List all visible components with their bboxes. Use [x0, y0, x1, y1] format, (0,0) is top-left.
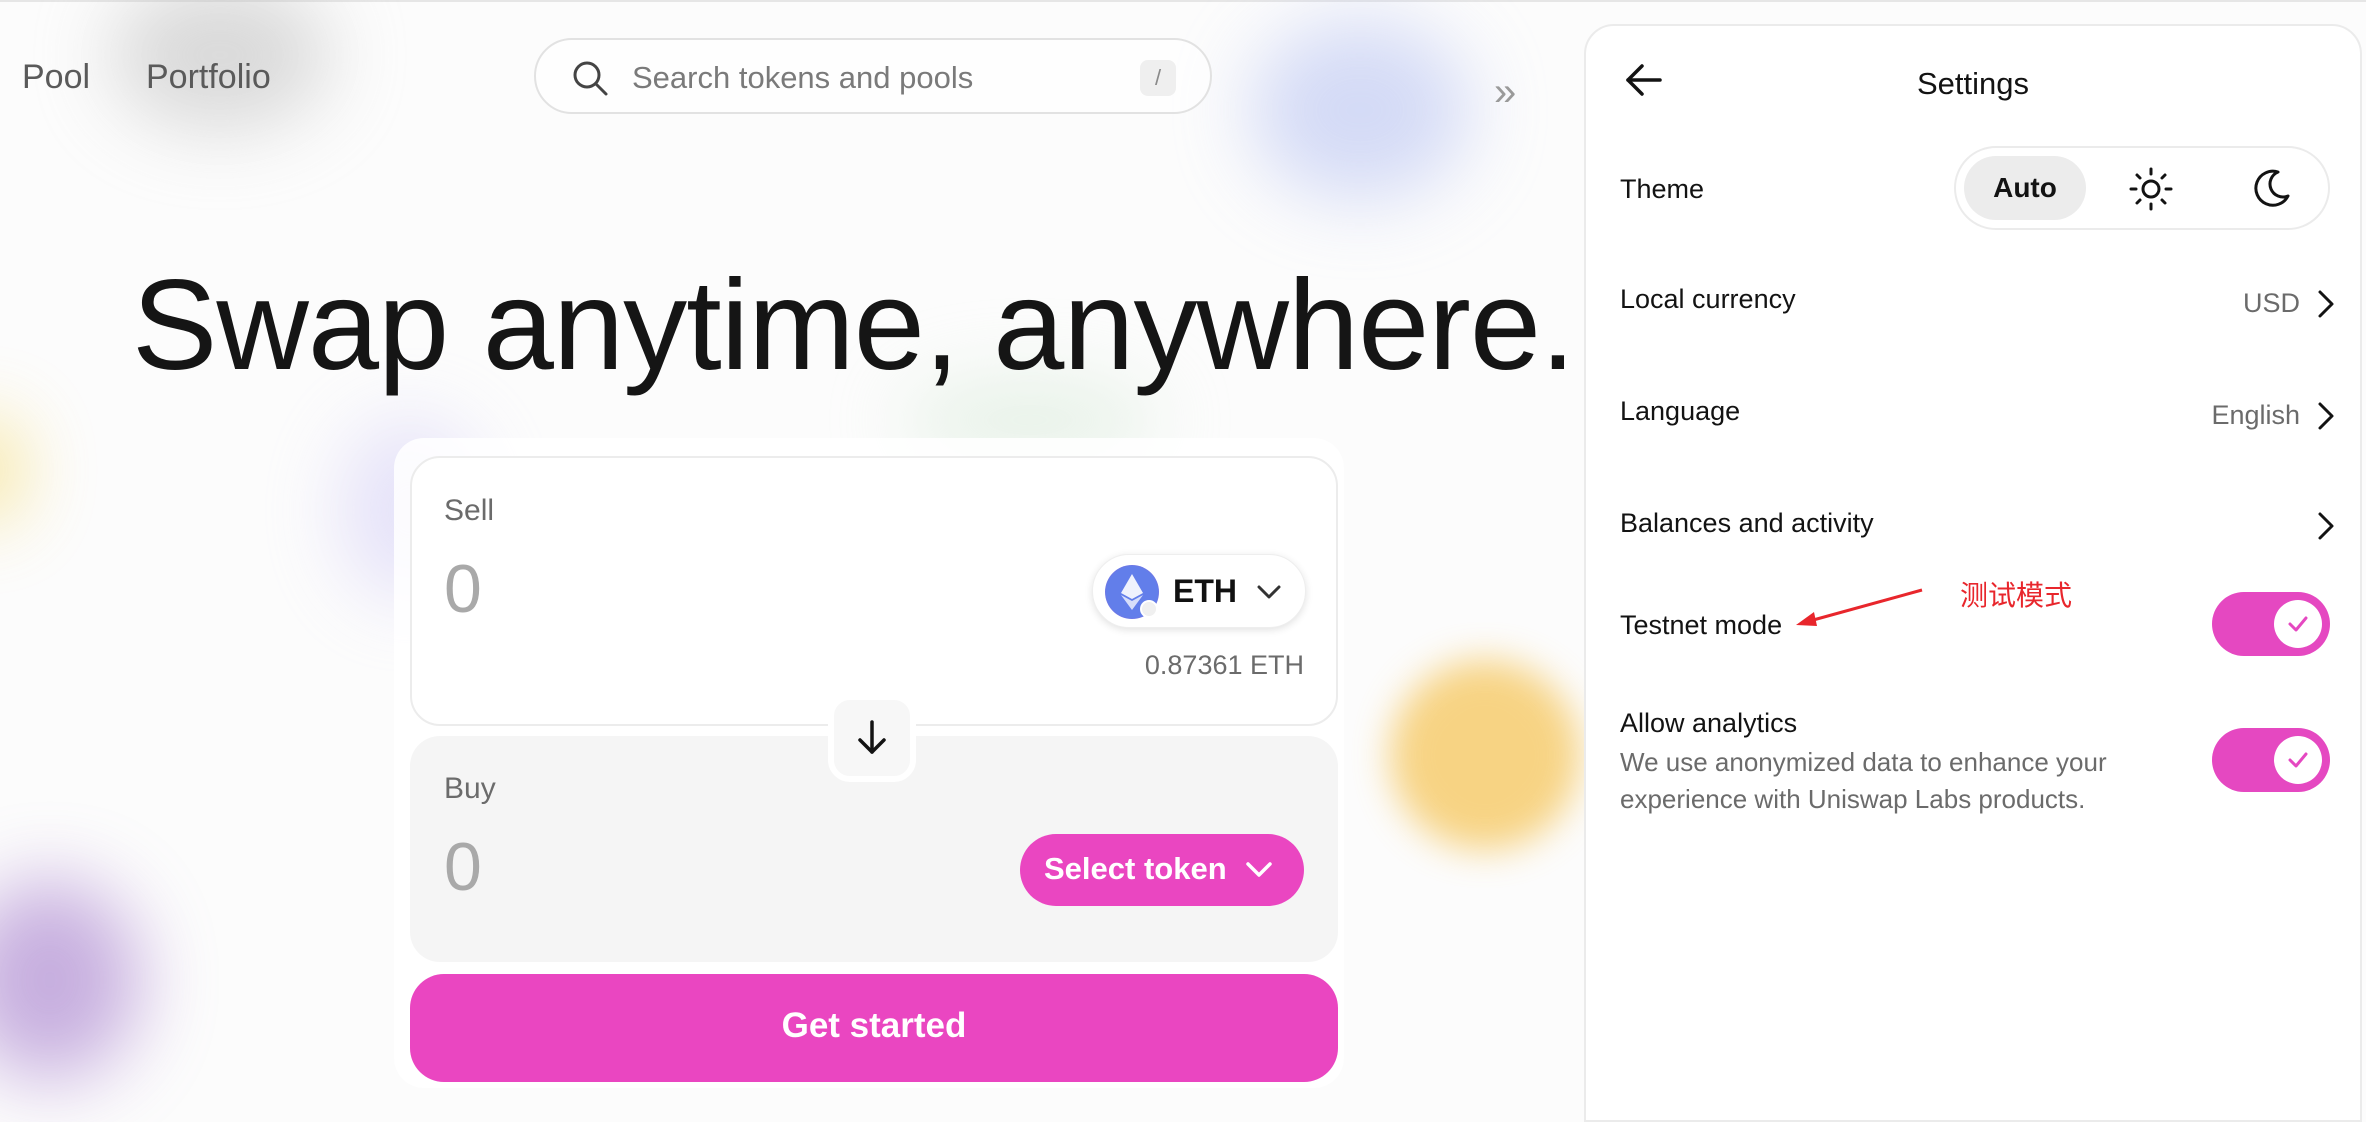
settings-panel: Settings Theme Auto Local currency USD L… [1584, 24, 2362, 1122]
top-border [0, 0, 2366, 8]
get-started-label: Get started [781, 1006, 967, 1045]
double-chevron-right-icon[interactable]: » [1494, 70, 1516, 115]
sell-token-selector[interactable]: ETH [1092, 554, 1306, 628]
buy-amount-input[interactable]: 0 [444, 828, 482, 906]
theme-selector: Auto [1954, 146, 2330, 230]
buy-label: Buy [444, 772, 496, 805]
chevron-down-icon [1253, 577, 1285, 612]
balances-activity-label[interactable]: Balances and activity [1620, 508, 1874, 539]
bg-blob-purple-left [0, 880, 140, 1080]
moon-icon[interactable] [2250, 166, 2294, 217]
get-started-button[interactable]: Get started [410, 974, 1338, 1082]
chevron-right-icon[interactable] [2312, 398, 2338, 439]
local-currency-label[interactable]: Local currency [1620, 284, 1796, 315]
allow-analytics-toggle[interactable] [2212, 728, 2330, 792]
sell-label: Sell [444, 494, 495, 527]
nav-portfolio-link[interactable]: Portfolio [146, 58, 271, 97]
language-value[interactable]: English [2211, 400, 2300, 431]
bg-blob-orange-right [1390, 660, 1580, 850]
annotation-label: 测试模式 [1960, 579, 2073, 612]
swap-direction-button[interactable] [828, 694, 916, 782]
arrow-down-icon [854, 718, 890, 763]
eth-token-icon [1105, 565, 1159, 619]
toggle-knob [2274, 600, 2322, 648]
chevron-down-icon [1242, 854, 1276, 889]
testnet-mode-label: Testnet mode [1620, 610, 1783, 640]
search-placeholder: Search tokens and pools [632, 60, 974, 95]
language-label[interactable]: Language [1620, 396, 1740, 427]
settings-title: Settings [1916, 66, 2029, 101]
sell-token-symbol: ETH [1173, 573, 1237, 609]
theme-auto-option[interactable]: Auto [1964, 156, 2086, 220]
bg-blob-yellow-left [0, 420, 20, 520]
sun-icon[interactable] [2128, 166, 2174, 217]
page-headline: Swap anytime, anywhere. [132, 254, 1576, 397]
annotation-arrow [1790, 586, 1930, 635]
testnet-mode-toggle[interactable] [2212, 592, 2330, 656]
sell-balance: 0.87361 ETH [1144, 650, 1304, 680]
nav-pool-link[interactable]: Pool [22, 58, 90, 97]
check-icon [2288, 616, 2308, 632]
select-token-label: Select token [1044, 851, 1227, 886]
theme-label: Theme [1620, 174, 1705, 204]
toggle-knob [2274, 736, 2322, 784]
search-icon [570, 58, 610, 103]
search-input[interactable]: Search tokens and pools / [534, 38, 1212, 114]
sell-panel: Sell 0 ETH 0.87361 ETH [410, 456, 1338, 726]
select-token-button[interactable]: Select token [1020, 834, 1304, 906]
sell-amount-input[interactable]: 0 [444, 550, 482, 628]
allow-analytics-label: Allow analytics [1620, 708, 1798, 738]
bg-blob-blue [1250, 20, 1470, 200]
theme-auto-label: Auto [1993, 172, 2057, 203]
check-icon [2288, 752, 2308, 768]
chevron-right-icon[interactable] [2312, 508, 2338, 549]
chevron-right-icon[interactable] [2312, 286, 2338, 327]
search-shortcut-key: / [1140, 60, 1176, 96]
allow-analytics-description: We use anonymized data to enhance your e… [1620, 747, 2107, 814]
local-currency-value[interactable]: USD [2243, 288, 2300, 319]
